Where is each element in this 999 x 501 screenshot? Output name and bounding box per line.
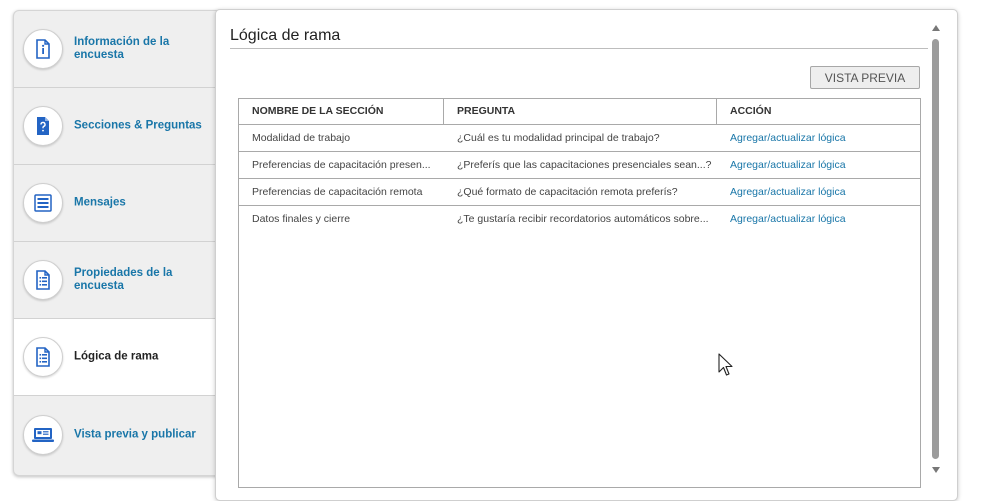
sidebar-item-sections-questions[interactable]: Secciones & Preguntas — [14, 88, 219, 165]
table-row: Preferencias de capacitación presen... ¿… — [239, 152, 920, 179]
sidebar-item-label: Información de la encuesta — [74, 36, 170, 61]
table-row: Modalidad de trabajo ¿Cuál es tu modalid… — [239, 125, 920, 152]
table-row: Preferencias de capacitación remota ¿Qué… — [239, 179, 920, 206]
question-cell: ¿Te gustaría recibir recordatorios autom… — [457, 213, 709, 225]
sidebar-item-survey-info[interactable]: Información de la encuesta — [14, 11, 219, 88]
section-name-cell: Datos finales y cierre — [252, 213, 351, 225]
title-divider — [230, 48, 928, 49]
sidebar-item-label: Propiedades de la encuesta — [74, 267, 173, 292]
question-cell: ¿Qué formato de capacitación remota pref… — [457, 186, 678, 198]
question-cell: ¿Preferís que las capacitaciones presenc… — [457, 159, 712, 171]
message-lines-icon — [23, 183, 63, 223]
mouse-cursor-icon — [718, 353, 734, 382]
sidebar-item-messages[interactable]: Mensajes — [14, 165, 219, 242]
table-row: Datos finales y cierre ¿Te gustaría reci… — [239, 206, 920, 232]
sidebar-nav: Información de la encuesta Secciones & P… — [13, 10, 220, 476]
main-panel: Lógica de rama VISTA PREVIA NOMBRE DE LA… — [215, 9, 958, 501]
section-name-cell: Preferencias de capacitación remota — [252, 186, 423, 198]
add-update-logic-link[interactable]: Agregar/actualizar lógica — [717, 152, 920, 178]
column-header-question: PREGUNTA — [444, 99, 717, 124]
sidebar-item-survey-properties[interactable]: Propiedades de la encuesta — [14, 242, 219, 319]
scroll-up-arrow-icon[interactable] — [932, 25, 940, 31]
add-update-logic-link[interactable]: Agregar/actualizar lógica — [717, 206, 920, 232]
table-header: NOMBRE DE LA SECCIÓN PREGUNTA ACCIÓN — [239, 99, 920, 125]
column-header-action: ACCIÓN — [730, 105, 772, 117]
add-update-logic-link[interactable]: Agregar/actualizar lógica — [717, 125, 920, 151]
page-title: Lógica de rama — [230, 27, 341, 44]
add-update-logic-link[interactable]: Agregar/actualizar lógica — [717, 179, 920, 205]
scrollbar-thumb[interactable] — [932, 39, 939, 459]
question-cell: ¿Cuál es tu modalidad principal de traba… — [457, 132, 660, 144]
properties-list-icon — [23, 260, 63, 300]
sidebar-item-label: Mensajes — [74, 196, 126, 209]
vertical-scrollbar[interactable] — [930, 23, 942, 483]
laptop-preview-icon — [23, 414, 63, 455]
branch-logic-list-icon — [23, 337, 63, 377]
sidebar-item-label: Lógica de rama — [74, 350, 159, 363]
section-name-cell: Preferencias de capacitación presen... — [252, 159, 431, 171]
section-name-cell: Modalidad de trabajo — [252, 132, 351, 144]
sidebar-item-label: Secciones & Preguntas — [74, 119, 202, 132]
sidebar-item-preview-publish[interactable]: Vista previa y publicar — [14, 396, 219, 473]
branch-logic-table: NOMBRE DE LA SECCIÓN PREGUNTA ACCIÓN Mod… — [238, 98, 921, 488]
column-header-section: NOMBRE DE LA SECCIÓN — [239, 99, 444, 124]
sidebar-item-branch-logic[interactable]: Lógica de rama — [14, 319, 219, 396]
scroll-down-arrow-icon[interactable] — [932, 467, 940, 473]
sidebar-item-label: Vista previa y publicar — [74, 428, 196, 440]
question-document-icon — [23, 106, 63, 146]
preview-button[interactable]: VISTA PREVIA — [810, 66, 920, 89]
info-document-icon — [23, 29, 63, 69]
